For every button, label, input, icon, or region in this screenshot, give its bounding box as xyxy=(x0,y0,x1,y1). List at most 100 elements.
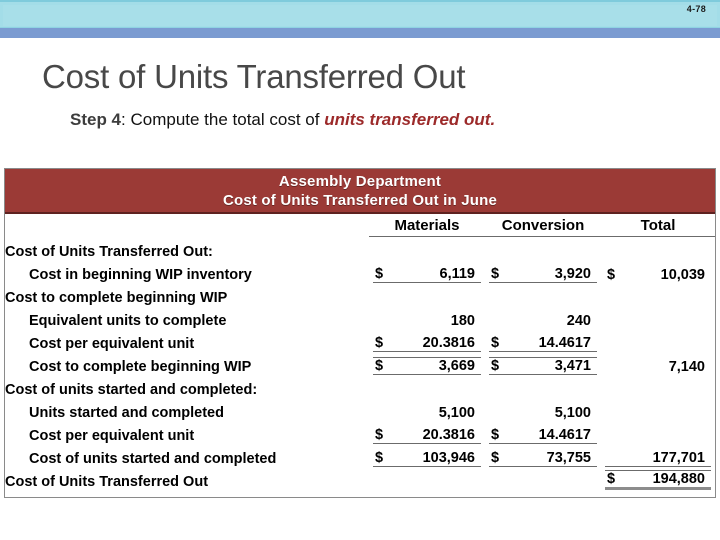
cell-materials-value: 103,946 xyxy=(422,450,475,466)
table-row: Cost of Units Transferred Out: xyxy=(5,237,715,260)
cell-materials: $20.3816 xyxy=(369,329,485,352)
cell-conversion: $3,471 xyxy=(485,352,601,375)
header-cyan-band xyxy=(0,0,720,28)
cell-materials-value: 180 xyxy=(450,313,475,329)
cell-materials: $3,669 xyxy=(369,352,485,375)
cell-materials-currency: $ xyxy=(375,335,384,351)
cell-conversion: $14.4617 xyxy=(485,329,601,352)
subtitle-step-label: Step 4 xyxy=(70,110,122,129)
cell-conversion xyxy=(485,375,601,398)
cell-materials xyxy=(369,283,485,306)
cell-conversion-currency: $ xyxy=(491,266,500,282)
exhibit-banner-line1: Assembly Department xyxy=(278,172,442,190)
row-label: Cost in beginning WIP inventory xyxy=(29,267,252,283)
cell-materials-value: 20.3816 xyxy=(422,335,475,351)
cell-total: $194,880 xyxy=(601,467,715,490)
cost-table-body: Cost of Units Transferred Out: Cost in be… xyxy=(5,237,715,490)
row-label: Cost of units started and completed: xyxy=(5,382,258,398)
cell-conversion: $3,920 xyxy=(485,260,601,283)
table-header-row: Materials Conversion Total xyxy=(5,214,715,237)
cell-conversion-value: 3,471 xyxy=(554,358,591,374)
cell-conversion-value: 73,755 xyxy=(546,450,591,466)
table-row: Cost of units started and completed $103,… xyxy=(5,444,715,467)
exhibit-panel: Assembly Department Cost of Units Transf… xyxy=(4,168,716,498)
header-blue-band xyxy=(0,28,720,38)
cell-total xyxy=(601,398,715,421)
cell-total xyxy=(601,421,715,444)
cell-total xyxy=(601,306,715,329)
subtitle-emphasis-text: units transferred out. xyxy=(324,110,496,129)
cell-conversion-currency: $ xyxy=(491,335,500,351)
column-header-conversion: Conversion xyxy=(485,214,601,237)
cell-total xyxy=(601,329,715,352)
cell-total-value: 7,140 xyxy=(668,359,705,375)
subtitle: Step 4: Compute the total cost of units … xyxy=(70,110,495,130)
row-label: Cost per equivalent unit xyxy=(29,428,195,444)
cell-materials: 180 xyxy=(369,306,485,329)
exhibit-banner-line2: Cost of Units Transferred Out in June xyxy=(222,191,498,209)
row-label: Units started and completed xyxy=(29,405,224,421)
slide-number: 4-78 xyxy=(686,4,706,14)
slide-header-bar: 4-78 xyxy=(0,0,720,38)
cell-total-value: 177,701 xyxy=(652,450,705,466)
cell-conversion-value: 5,100 xyxy=(554,405,591,421)
table-row: Cost per equivalent unit $20.3816 $14.4617 xyxy=(5,329,715,352)
row-label: Cost per equivalent unit xyxy=(29,336,195,352)
table-row: Cost per equivalent unit $20.3816 $14.4617 xyxy=(5,421,715,444)
row-label: Cost of Units Transferred Out: xyxy=(5,244,213,260)
cell-materials xyxy=(369,237,485,260)
cell-total: 177,701 xyxy=(601,444,715,467)
row-label: Cost to complete beginning WIP xyxy=(5,290,228,306)
cell-conversion: $14.4617 xyxy=(485,421,601,444)
table-row: Units started and completed 5,100 5,100 xyxy=(5,398,715,421)
cell-materials: $20.3816 xyxy=(369,421,485,444)
cell-total-currency: $ xyxy=(607,267,616,283)
table-row: Equivalent units to complete 180 240 xyxy=(5,306,715,329)
cell-materials: $6,119 xyxy=(369,260,485,283)
cell-total xyxy=(601,237,715,260)
cell-materials-value: 3,669 xyxy=(438,358,475,374)
cell-materials: $103,946 xyxy=(369,444,485,467)
exhibit-banner: Assembly Department Cost of Units Transf… xyxy=(5,169,715,214)
header-cyan-inner xyxy=(3,5,717,26)
cell-materials-value: 5,100 xyxy=(438,405,475,421)
cell-materials-currency: $ xyxy=(375,358,384,374)
table-row: Cost to complete beginning WIP xyxy=(5,283,715,306)
cell-conversion-currency: $ xyxy=(491,450,500,466)
cell-materials-currency: $ xyxy=(375,450,384,466)
cell-materials xyxy=(369,375,485,398)
table-row: Cost in beginning WIP inventory $6,119 $3,… xyxy=(5,260,715,283)
cell-materials-currency: $ xyxy=(375,266,384,282)
cell-total: 7,140 xyxy=(601,352,715,375)
cell-materials-value: 6,119 xyxy=(439,266,476,282)
row-label: Cost to complete beginning WIP xyxy=(29,359,252,375)
cell-conversion xyxy=(485,283,601,306)
cell-total xyxy=(601,283,715,306)
column-header-total: Total xyxy=(601,214,715,237)
column-header-materials: Materials xyxy=(369,214,485,237)
cell-materials-value: 20.3816 xyxy=(422,427,475,443)
cell-total-currency: $ xyxy=(607,471,616,487)
cell-total xyxy=(601,375,715,398)
row-label: Equivalent units to complete xyxy=(29,313,227,329)
cell-conversion xyxy=(485,237,601,260)
cell-conversion: $73,755 xyxy=(485,444,601,467)
cell-conversion-currency: $ xyxy=(491,427,500,443)
page-title: Cost of Units Transferred Out xyxy=(42,58,466,95)
table-row: Cost of Units Transferred Out $194,880 xyxy=(5,467,715,490)
cell-conversion-value: 14.4617 xyxy=(538,335,591,351)
cell-materials-currency: $ xyxy=(375,427,384,443)
subtitle-middle-text: : Compute the total cost of xyxy=(121,110,325,129)
cost-table: Materials Conversion Total Cost of Units… xyxy=(5,214,715,490)
cell-total: $10,039 xyxy=(601,260,715,283)
cell-conversion-value: 3,920 xyxy=(554,266,591,282)
table-header-blank xyxy=(5,214,369,237)
cell-conversion xyxy=(485,467,601,490)
table-row: Cost to complete beginning WIP $3,669 $3,4… xyxy=(5,352,715,375)
cell-conversion: 240 xyxy=(485,306,601,329)
cell-conversion: 5,100 xyxy=(485,398,601,421)
cell-total-value: 10,039 xyxy=(660,267,705,283)
cell-total-value: 194,880 xyxy=(652,471,705,487)
cell-conversion-currency: $ xyxy=(491,358,500,374)
row-label: Cost of Units Transferred Out xyxy=(5,474,209,490)
